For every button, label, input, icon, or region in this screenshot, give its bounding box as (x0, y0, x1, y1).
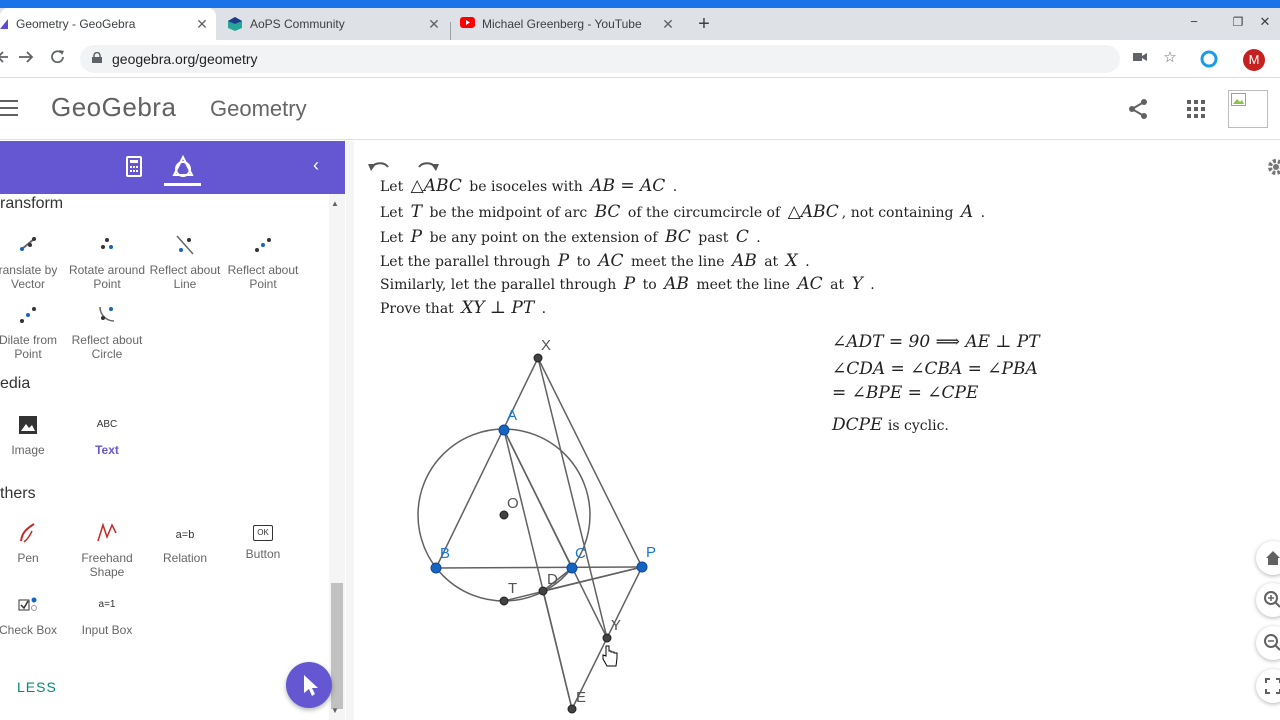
zoom-in-button[interactable] (1256, 583, 1280, 617)
segment-XP[interactable] (537, 357, 643, 568)
label-O: O (507, 495, 519, 512)
zoom-in-icon (1264, 591, 1280, 608)
label-A: A (507, 407, 517, 424)
point-P[interactable] (636, 561, 648, 573)
point-D[interactable] (538, 586, 548, 596)
point-E[interactable] (567, 704, 577, 714)
hand-cursor-icon (602, 645, 618, 667)
segment-XY[interactable] (537, 357, 608, 639)
point-X[interactable] (533, 353, 543, 363)
point-A[interactable] (498, 424, 510, 436)
home-view-button[interactable] (1256, 541, 1280, 575)
point-C[interactable] (566, 562, 578, 574)
label-T: T (508, 580, 517, 597)
point-Y[interactable] (602, 633, 612, 643)
point-B[interactable] (430, 562, 442, 574)
zoom-out-icon (1264, 634, 1280, 651)
geometry-figure[interactable]: X A O B C P T D Y E (0, 0, 1280, 720)
zoom-out-button[interactable] (1256, 626, 1280, 660)
label-D: D (547, 571, 558, 588)
line-BP[interactable] (435, 566, 643, 569)
label-X: X (541, 337, 551, 354)
segment-CY[interactable] (503, 429, 608, 639)
label-Y: Y (611, 617, 621, 634)
segment-DE[interactable] (542, 590, 573, 710)
label-C: C (575, 545, 586, 562)
line-BX[interactable] (435, 357, 539, 569)
fullscreen-button[interactable] (1256, 669, 1280, 703)
home-icon (1266, 551, 1280, 565)
point-T[interactable] (499, 596, 509, 606)
label-E: E (576, 689, 586, 706)
label-B: B (440, 545, 450, 562)
label-P: P (646, 544, 656, 561)
fullscreen-icon (1265, 678, 1280, 694)
point-O[interactable] (499, 510, 509, 520)
